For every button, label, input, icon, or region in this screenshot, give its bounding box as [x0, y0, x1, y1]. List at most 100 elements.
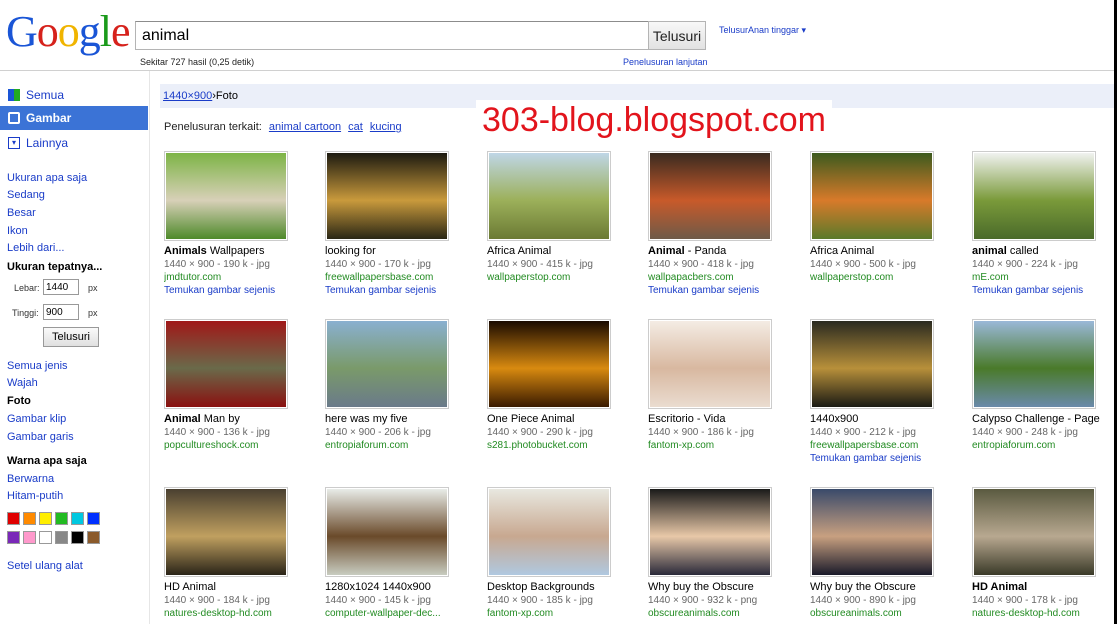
result-site[interactable]: fantom-xp.com: [648, 440, 798, 451]
result-site[interactable]: freewallpapersbase.com: [810, 440, 960, 451]
size-search-button[interactable]: Telusuri: [43, 327, 99, 347]
image-thumbnail[interactable]: [487, 319, 611, 409]
find-similar-link[interactable]: Temukan gambar sejenis: [648, 285, 798, 296]
result-site[interactable]: entropiaforum.com: [325, 440, 475, 451]
size-any[interactable]: Ukuran apa saja: [7, 172, 87, 184]
related-link-cat[interactable]: cat: [348, 121, 363, 133]
search-button[interactable]: Telusuri: [648, 21, 706, 50]
color-swatch[interactable]: [23, 512, 36, 525]
color-swatch[interactable]: [7, 512, 20, 525]
result-title[interactable]: Animal Man by: [164, 413, 314, 425]
result-title[interactable]: here was my five: [325, 413, 475, 425]
size-icon[interactable]: Ikon: [7, 225, 28, 237]
result-title[interactable]: 1440x900: [810, 413, 960, 425]
result-site[interactable]: wallpaperstop.com: [487, 272, 637, 283]
related-link-kucing[interactable]: kucing: [370, 121, 402, 133]
result-title[interactable]: Calypso Challenge - Page: [972, 413, 1117, 425]
find-similar-link[interactable]: Temukan gambar sejenis: [972, 285, 1117, 296]
result-site[interactable]: jmdtutor.com: [164, 272, 314, 283]
image-thumbnail[interactable]: [487, 151, 611, 241]
reset-tools-link[interactable]: Setel ulang alat: [7, 560, 83, 572]
result-title[interactable]: animal called: [972, 245, 1117, 257]
color-swatch[interactable]: [71, 512, 84, 525]
height-input[interactable]: [43, 304, 79, 320]
find-similar-link[interactable]: Temukan gambar sejenis: [325, 285, 475, 296]
size-larger-than[interactable]: Lebih dari...: [7, 242, 64, 254]
result-title[interactable]: Africa Animal: [487, 245, 637, 257]
color-swatch[interactable]: [39, 531, 52, 544]
result-title[interactable]: looking for: [325, 245, 475, 257]
image-thumbnail[interactable]: [648, 151, 772, 241]
type-lineart[interactable]: Gambar garis: [7, 431, 74, 443]
result-site[interactable]: computer-wallpaper-dec...: [325, 608, 475, 619]
result-title[interactable]: Why buy the Obscure: [648, 581, 798, 593]
result-title[interactable]: Why buy the Obscure: [810, 581, 960, 593]
color-swatch[interactable]: [23, 531, 36, 544]
image-thumbnail[interactable]: [325, 151, 449, 241]
result-title[interactable]: Animals Wallpapers: [164, 245, 314, 257]
result-site[interactable]: wallpapacbers.com: [648, 272, 798, 283]
advanced-search-link[interactable]: Penelusuran lanjutan: [623, 57, 708, 67]
result-site[interactable]: obscureanimals.com: [810, 608, 960, 619]
type-clipart[interactable]: Gambar klip: [7, 413, 66, 425]
size-medium[interactable]: Sedang: [7, 189, 45, 201]
result-title[interactable]: HD Animal: [972, 581, 1117, 593]
result-title[interactable]: Escritorio - Vida: [648, 413, 798, 425]
find-similar-link[interactable]: Temukan gambar sejenis: [810, 453, 960, 464]
result-title[interactable]: Animal - Panda: [648, 245, 798, 257]
google-logo[interactable]: Google: [6, 10, 131, 54]
image-thumbnail[interactable]: [164, 319, 288, 409]
advanced-search-top-link[interactable]: TelusurAnan tinggar ▾: [719, 25, 806, 36]
color-swatch[interactable]: [87, 512, 100, 525]
result-site[interactable]: s281.photobucket.com: [487, 440, 637, 451]
image-thumbnail[interactable]: [810, 151, 934, 241]
image-thumbnail[interactable]: [972, 487, 1096, 577]
nav-item-all[interactable]: Semua: [0, 83, 148, 107]
related-link-animal-cartoon[interactable]: animal cartoon: [269, 121, 341, 133]
result-title[interactable]: One Piece Animal: [487, 413, 637, 425]
image-thumbnail[interactable]: [648, 319, 772, 409]
color-swatch[interactable]: [71, 531, 84, 544]
result-site[interactable]: natures-desktop-hd.com: [972, 608, 1117, 619]
image-thumbnail[interactable]: [164, 151, 288, 241]
image-thumbnail[interactable]: [810, 487, 934, 577]
search-input[interactable]: [135, 21, 649, 50]
result-site[interactable]: popcultureshock.com: [164, 440, 314, 451]
nav-item-images[interactable]: Gambar: [0, 106, 148, 130]
result-title[interactable]: HD Animal: [164, 581, 314, 593]
result-site[interactable]: fantom-xp.com: [487, 608, 637, 619]
result-site[interactable]: mE.com: [972, 272, 1117, 283]
size-large[interactable]: Besar: [7, 207, 36, 219]
color-bw[interactable]: Hitam-putih: [7, 490, 63, 502]
result-site[interactable]: freewallpapersbase.com: [325, 272, 475, 283]
image-thumbnail[interactable]: [325, 319, 449, 409]
result-meta: 1440 × 900 - 145 k - jpg: [325, 595, 431, 606]
type-any[interactable]: Semua jenis: [7, 360, 68, 372]
color-full[interactable]: Berwarna: [7, 473, 54, 485]
nav-item-more[interactable]: ▾ Lainnya: [0, 131, 148, 155]
find-similar-link[interactable]: Temukan gambar sejenis: [164, 285, 314, 296]
color-swatch[interactable]: [7, 531, 20, 544]
color-swatch[interactable]: [39, 512, 52, 525]
result-site[interactable]: wallpaperstop.com: [810, 272, 960, 283]
image-thumbnail[interactable]: [325, 487, 449, 577]
breadcrumb-size-link[interactable]: 1440×900: [163, 90, 212, 102]
color-swatch[interactable]: [55, 512, 68, 525]
image-thumbnail[interactable]: [972, 319, 1096, 409]
width-input[interactable]: [43, 279, 79, 295]
image-thumbnail[interactable]: [972, 151, 1096, 241]
result-site[interactable]: obscureanimals.com: [648, 608, 798, 619]
image-thumbnail[interactable]: [648, 487, 772, 577]
color-swatch[interactable]: [55, 531, 68, 544]
result-title[interactable]: 1280x1024 1440x900: [325, 581, 475, 593]
color-swatch[interactable]: [87, 531, 100, 544]
result-title[interactable]: Africa Animal: [810, 245, 960, 257]
type-face[interactable]: Wajah: [7, 377, 38, 389]
image-thumbnail[interactable]: [487, 487, 611, 577]
image-thumbnail[interactable]: [810, 319, 934, 409]
result-site[interactable]: entropiaforum.com: [972, 440, 1117, 451]
result-site[interactable]: natures-desktop-hd.com: [164, 608, 314, 619]
result-title[interactable]: Desktop Backgrounds: [487, 581, 637, 593]
image-thumbnail[interactable]: [164, 487, 288, 577]
result-title-rest: Desktop Backgrounds: [487, 581, 595, 593]
